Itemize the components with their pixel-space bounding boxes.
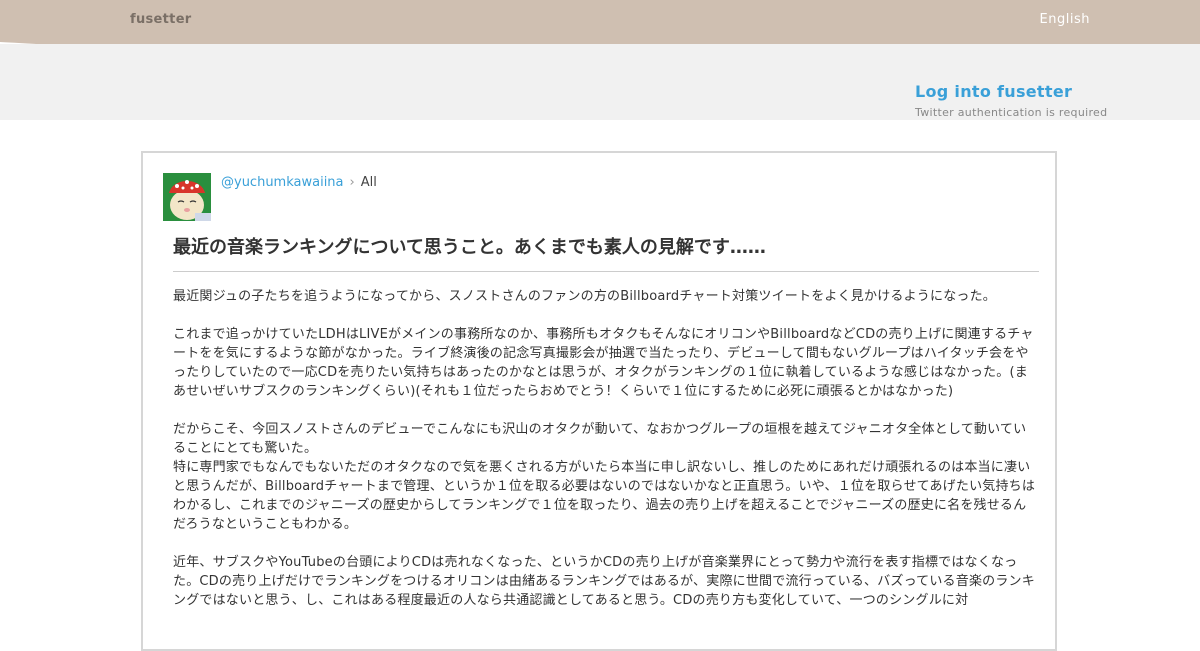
login-note: Twitter authentication is required xyxy=(915,106,1108,119)
post-body: 最近関ジュの子たちを追うようになってから、スノストさんのファンの方のBillbo… xyxy=(173,287,1039,629)
avatar-character-icon xyxy=(163,173,211,221)
title-divider xyxy=(173,271,1039,272)
language-switch[interactable]: English xyxy=(1040,12,1090,27)
paragraph: だからこそ、今回スノストさんのデビューでこんなにも沢山のオタクが動いて、なおかつ… xyxy=(173,422,1036,532)
login-link[interactable]: Log into fusetter xyxy=(915,82,1107,101)
post-title: 最近の音楽ランキングについて思うこと。あくまでも素人の見解です…… xyxy=(173,237,766,258)
login-panel: Log into fusetter Twitter authentication… xyxy=(915,82,1107,119)
post-card: @yuchumkawaiina › All 最近の音楽ランキングについて思うこと。あ… xyxy=(141,151,1057,651)
paragraph: 近年、サブスクやYouTubeの台頭によりCDは売れなくなった、というかCDの売… xyxy=(173,555,1035,608)
avatar[interactable] xyxy=(163,173,211,221)
breadcrumb-separator: › xyxy=(349,175,355,190)
paragraph: これまで追っかけていたLDHはLIVEがメインの事務所なのか、事務所もオタクもそ… xyxy=(173,327,1034,399)
username-link[interactable]: @yuchumkawaiina xyxy=(221,175,344,190)
breadcrumb: @yuchumkawaiina › All xyxy=(221,175,377,190)
brand-logo-link[interactable]: fusetter xyxy=(130,12,192,27)
paragraph: 最近関ジュの子たちを追うようになってから、スノストさんのファンの方のBillbo… xyxy=(173,289,997,304)
category-link[interactable]: All xyxy=(361,175,377,190)
